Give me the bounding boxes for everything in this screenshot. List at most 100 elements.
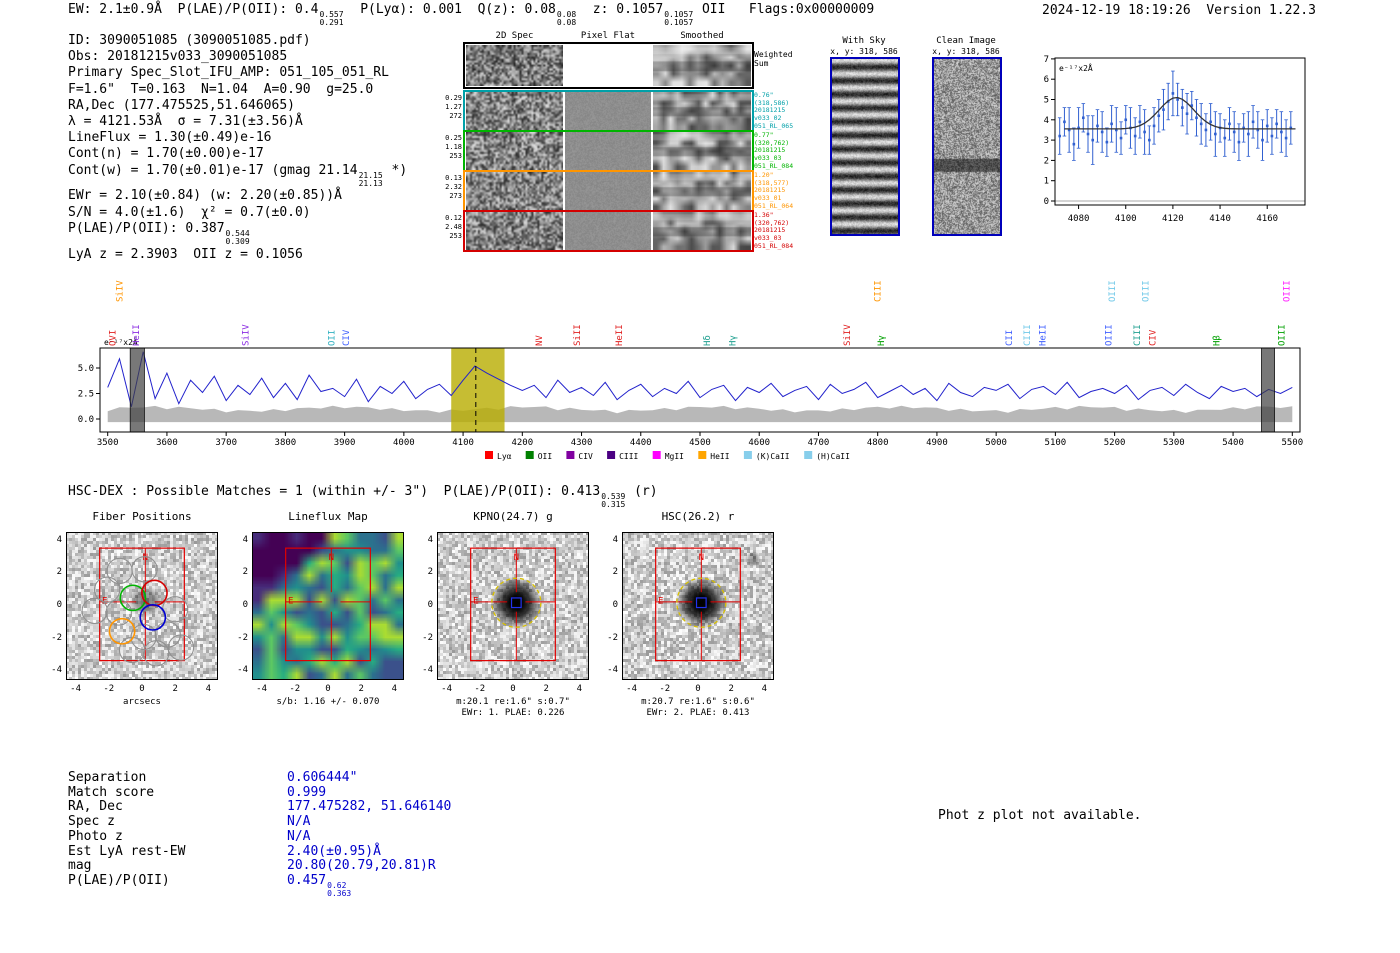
specrow-0-smoothed-image [653,92,751,130]
weighted-pixelflat-image [565,45,651,86]
gaussian-fit-curve [1064,96,1296,130]
legend-swatch-5 [698,451,707,459]
cutout-lineflux-ytick: 0 [242,600,248,610]
xtick-label: 4200 [511,438,533,448]
emission-line-label-CIII-19: CIII [1133,324,1143,346]
emission-line-label-OIII-17: OIII [1108,280,1118,302]
cutout-hsc-xtick: -2 [659,684,671,694]
cutout-kpno-xtick: 0 [510,684,516,694]
fiber-circle-gray-7 [154,621,181,648]
xtick-label: 4120 [1162,214,1184,224]
elixer-detection-report: EW: 2.1±0.9Å P(LAE)/P(OII): 0.4 0.557 0.29… [0,0,1400,953]
info-7-text-0: Cont(n) = 1.70(±0.00)e-17 [68,146,264,162]
info-line-11: P(LAE)/P(OII): 0.387 0.544 0.309 [68,221,407,247]
info-8-supsub-1: 21.15 21.13 [358,170,383,189]
specrow-3-pixelflat-image [565,212,651,250]
xtick-label: 4000 [393,438,415,448]
data-point [1176,98,1179,101]
xtick-label: 5100 [1045,438,1067,448]
ytick-label: 7 [1044,55,1049,65]
data-point [1086,132,1090,136]
summary-text-2: P(Lyα): 0.001 Q(z): 0.08 [344,2,556,17]
summary-supsub-1: 0.557 0.291 [319,10,344,28]
legend-label-5: HeII [710,452,729,461]
xtick-label: 5300 [1163,438,1185,448]
data-point [1195,116,1198,120]
summary-supsub-3: 0.08 0.08 [556,10,577,28]
emission-line-label-Hβ-22: Hβ [1212,335,1222,346]
legend-label-3: CIII [619,452,638,461]
summary-text-6: OII Flags:0x00000009 [694,2,875,17]
ytick-label: 0 [1044,197,1049,207]
cutout-kpno-ytick: 4 [427,534,433,545]
data-point [1232,130,1236,134]
match-val-4-text-0: N/A [287,828,311,844]
xtick-label: 3800 [275,438,297,448]
hsc-text-2: (r) [626,484,658,499]
cutout-title-lineflux: Lineflux Map [288,510,368,523]
info-4-text-0: RA,Dec (177.475525,51.646065) [68,97,295,113]
emission-line-label-Hγ-10: Hγ [729,335,739,346]
data-point [1284,136,1288,140]
ytick-label: 3 [1044,136,1049,146]
info-line-7: Cont(n) = 1.70(±0.00)e-17 [68,146,407,162]
match-value: N/A [287,814,310,829]
emission-line-label-HeII-8: HeII [615,324,625,346]
summary-text-0: EW: 2.1±0.9Å P(LAE)/P(OII): 0.4 [68,2,319,17]
weighted-smoothed-image [653,45,751,86]
cutout-lineflux-ytick: 4 [242,534,248,545]
match-val-3-text-0: N/A [287,814,311,830]
xtick-label: 4600 [748,438,770,448]
lineflux-aperture-box [285,547,371,662]
clean-image [934,59,1000,234]
data-point [1138,120,1142,124]
info-line-10: S/N = 4.0(±1.6) χ² = 0.7(±0.0) [68,205,407,221]
match-row-spec-z: Spec z N/A [68,814,451,830]
specrow-2-2dspec-image [466,172,563,210]
cutout-title-fiber: Fiber Positions [92,510,192,523]
match-val-7-supsub-1: 0.62 0.363 [327,880,352,899]
cutout-kpno-xtick: 4 [576,684,583,694]
cutout-kpno-ytick: 0 [427,600,433,610]
cutout-hsc-xtick: -4 [626,684,638,694]
xtick-label: 4100 [1115,214,1137,224]
xtick-label: 4160 [1256,214,1278,224]
match-label: Spec z [68,814,115,830]
xtick-label: 4400 [630,438,652,448]
fiber-circle-gray-0 [106,557,133,585]
cutout-kpno-ytick: -2 [422,632,433,643]
xtick-label: 4300 [571,438,593,448]
cutout-lineflux-ytick: -2 [237,632,248,643]
cutout-fiber-xtick: -2 [103,684,115,694]
info-line-1: Obs: 20181215v033_3090051085 [68,49,407,65]
xtick-label: 4100 [452,438,474,448]
with-sky-image [832,59,898,234]
emission-line-label-CII-14: CII [1005,330,1015,346]
specrow-0-2dspec-image [466,92,563,130]
clean-image-xy: x, y: 318, 586 [932,47,1000,56]
match-label: RA, Dec [68,799,123,815]
data-point [1209,120,1212,124]
specrow-1-pixelflat-image [565,132,651,170]
specrow-2-smoothed-image [653,172,751,210]
hsc-aperture-box [655,547,741,662]
info-line-12: LyA z = 2.3903 OII z = 0.1056 [68,247,407,263]
data-point [1237,140,1241,144]
hsc-catalog-position-box [695,597,707,609]
specrow-3-2dspec-image [466,212,563,250]
info-8-text-2: *) [383,162,408,178]
info-12-text-0: LyA z = 2.3903 OII z = 0.1056 [68,246,303,262]
specrow-2-fiber-info: 1.20" (318,577) 20181215 v033_01 051_RL_064 [754,171,794,210]
emission-line-label-OIII-24: OIII [1278,324,1288,346]
legend-swatch-3 [607,451,616,459]
legend-swatch-7 [804,451,813,459]
data-point [1181,106,1184,109]
match-value: 177.475282, 51.646140 [287,799,451,815]
info-10-text-0: S/N = 4.0(±1.6) χ² = 0.7(±0.0) [68,204,311,220]
linefit-plot: 4080 4100 4120 4140 4160 0 1 2 3 4 5 6 7 e⁻¹⁷x2Å [1044,55,1306,224]
data-point [1124,118,1128,122]
match-row-photo-z: Photo z N/A [68,828,451,845]
cutout-overlay-lineflux: NE [252,532,404,680]
cutout-hsc-ytick: 4 [612,534,618,545]
emission-line-label-CIV-5: CIV [342,329,352,346]
